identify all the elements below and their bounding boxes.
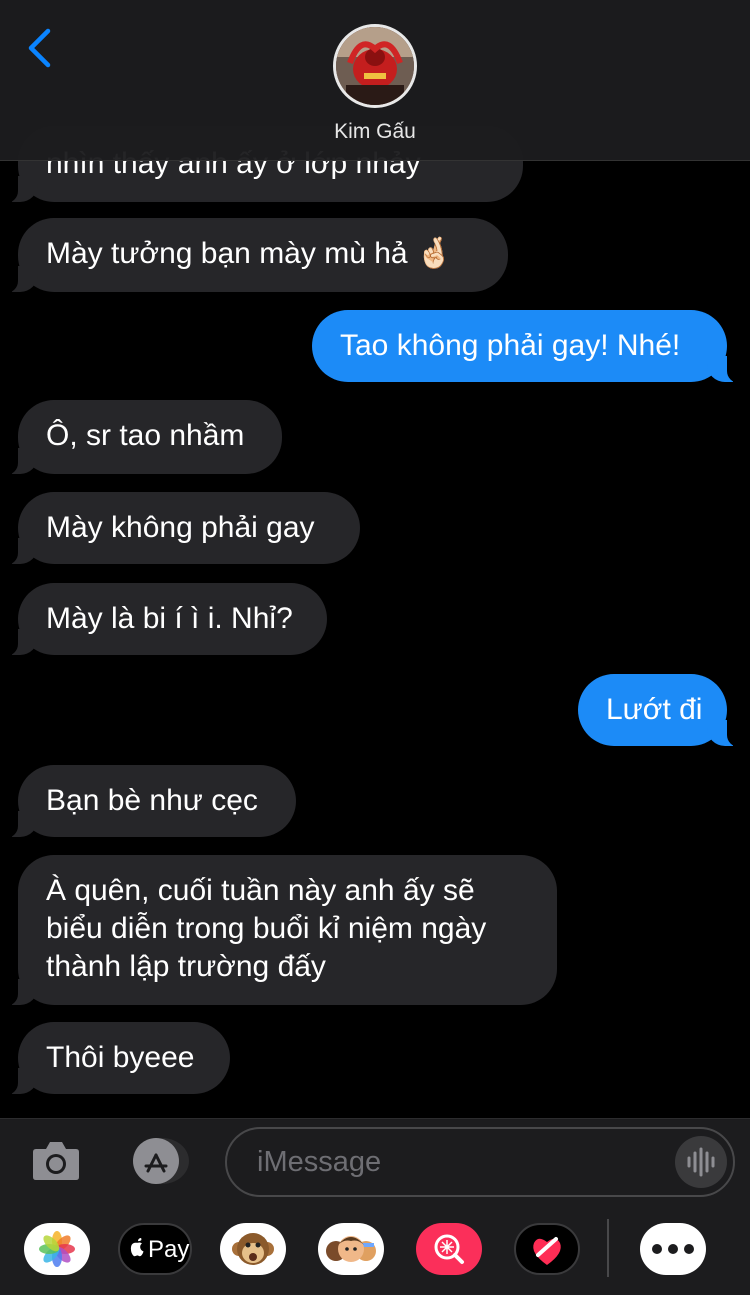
apple-pay-label: Pay <box>148 1236 190 1263</box>
digital-touch-icon <box>533 1237 561 1265</box>
imessage-input-field[interactable] <box>225 1127 735 1197</box>
message-bubble-incoming[interactable]: Bạn bè như cẹc <box>2 765 296 838</box>
message-text: Ô, sr tao nhầm <box>46 419 245 452</box>
message-bubble-incoming[interactable]: Thôi byeee <box>2 1022 230 1095</box>
message-text: Tao không phải gay! Nhé! <box>340 329 681 362</box>
avatar-photo <box>336 27 414 105</box>
back-chevron-icon[interactable] <box>24 28 56 68</box>
message-text-line: À quên, cuối tuần này anh ấy sẽ <box>46 874 475 907</box>
message-text: Bạn bè như cẹc <box>46 784 258 817</box>
message-text: Mày không phải gay <box>46 511 315 544</box>
app-store-icon[interactable] <box>126 1137 190 1185</box>
audio-message-button[interactable] <box>675 1136 727 1188</box>
message-bubble-incoming[interactable]: Mày không phải gay <box>2 492 360 565</box>
message-text-line: thành lập trường đấy <box>46 950 326 983</box>
memoji-icon <box>326 1236 376 1262</box>
message-bubble-outgoing[interactable]: Tao không phải gay! Nhé! <box>312 310 743 383</box>
memoji-app-button[interactable] <box>318 1223 384 1275</box>
waveform-icon <box>687 1147 715 1177</box>
message-text: Mày tưởng bạn mày mù hả 🤞🏻 <box>46 237 454 270</box>
message-text: Thôi byeee <box>46 1041 195 1074</box>
apple-logo-icon <box>130 1238 144 1257</box>
message-text: Mày là bi í ì i. Nhỉ? <box>46 602 293 635</box>
message-text: Lướt đi <box>606 693 703 726</box>
drawer-divider <box>607 1219 609 1277</box>
message-bubble-outgoing[interactable]: Lướt đi <box>578 674 743 747</box>
apple-pay-button[interactable]: Pay <box>118 1223 192 1275</box>
camera-icon[interactable] <box>32 1139 80 1181</box>
monkey-animoji-icon <box>232 1233 274 1265</box>
image-search-app-button[interactable] <box>416 1223 482 1275</box>
message-bubble-incoming[interactable]: À quên, cuối tuần này anh ấy sẽ biểu diễ… <box>2 855 557 1006</box>
message-bubble-incoming[interactable]: Mày tưởng bạn mày mù hả 🤞🏻 <box>2 218 508 293</box>
animoji-app-button[interactable] <box>220 1223 286 1275</box>
message-composer: Pay <box>0 1118 750 1295</box>
message-bubble-incoming[interactable]: Mày là bi í ì i. Nhỉ? <box>2 583 327 656</box>
imessage-text-input[interactable] <box>255 1141 659 1183</box>
message-thread[interactable]: nhìn thấy anh ấy ở lớp nhảy Mày tưởng bạ… <box>0 0 750 1118</box>
photos-icon <box>39 1231 75 1267</box>
message-bubble-incoming[interactable]: Ô, sr tao nhầm <box>2 400 282 475</box>
conversation-header: Kim Gấu <box>0 0 750 161</box>
contact-name[interactable]: Kim Gấu <box>0 120 750 144</box>
image-search-icon <box>434 1234 464 1264</box>
digital-touch-app-button[interactable] <box>514 1223 580 1275</box>
more-apps-button[interactable] <box>640 1223 706 1275</box>
photos-app-button[interactable] <box>24 1223 90 1275</box>
message-text-line: biểu diễn trong buổi kỉ niệm ngày <box>46 912 487 945</box>
more-icon <box>640 1223 706 1275</box>
contact-avatar[interactable] <box>333 24 417 108</box>
